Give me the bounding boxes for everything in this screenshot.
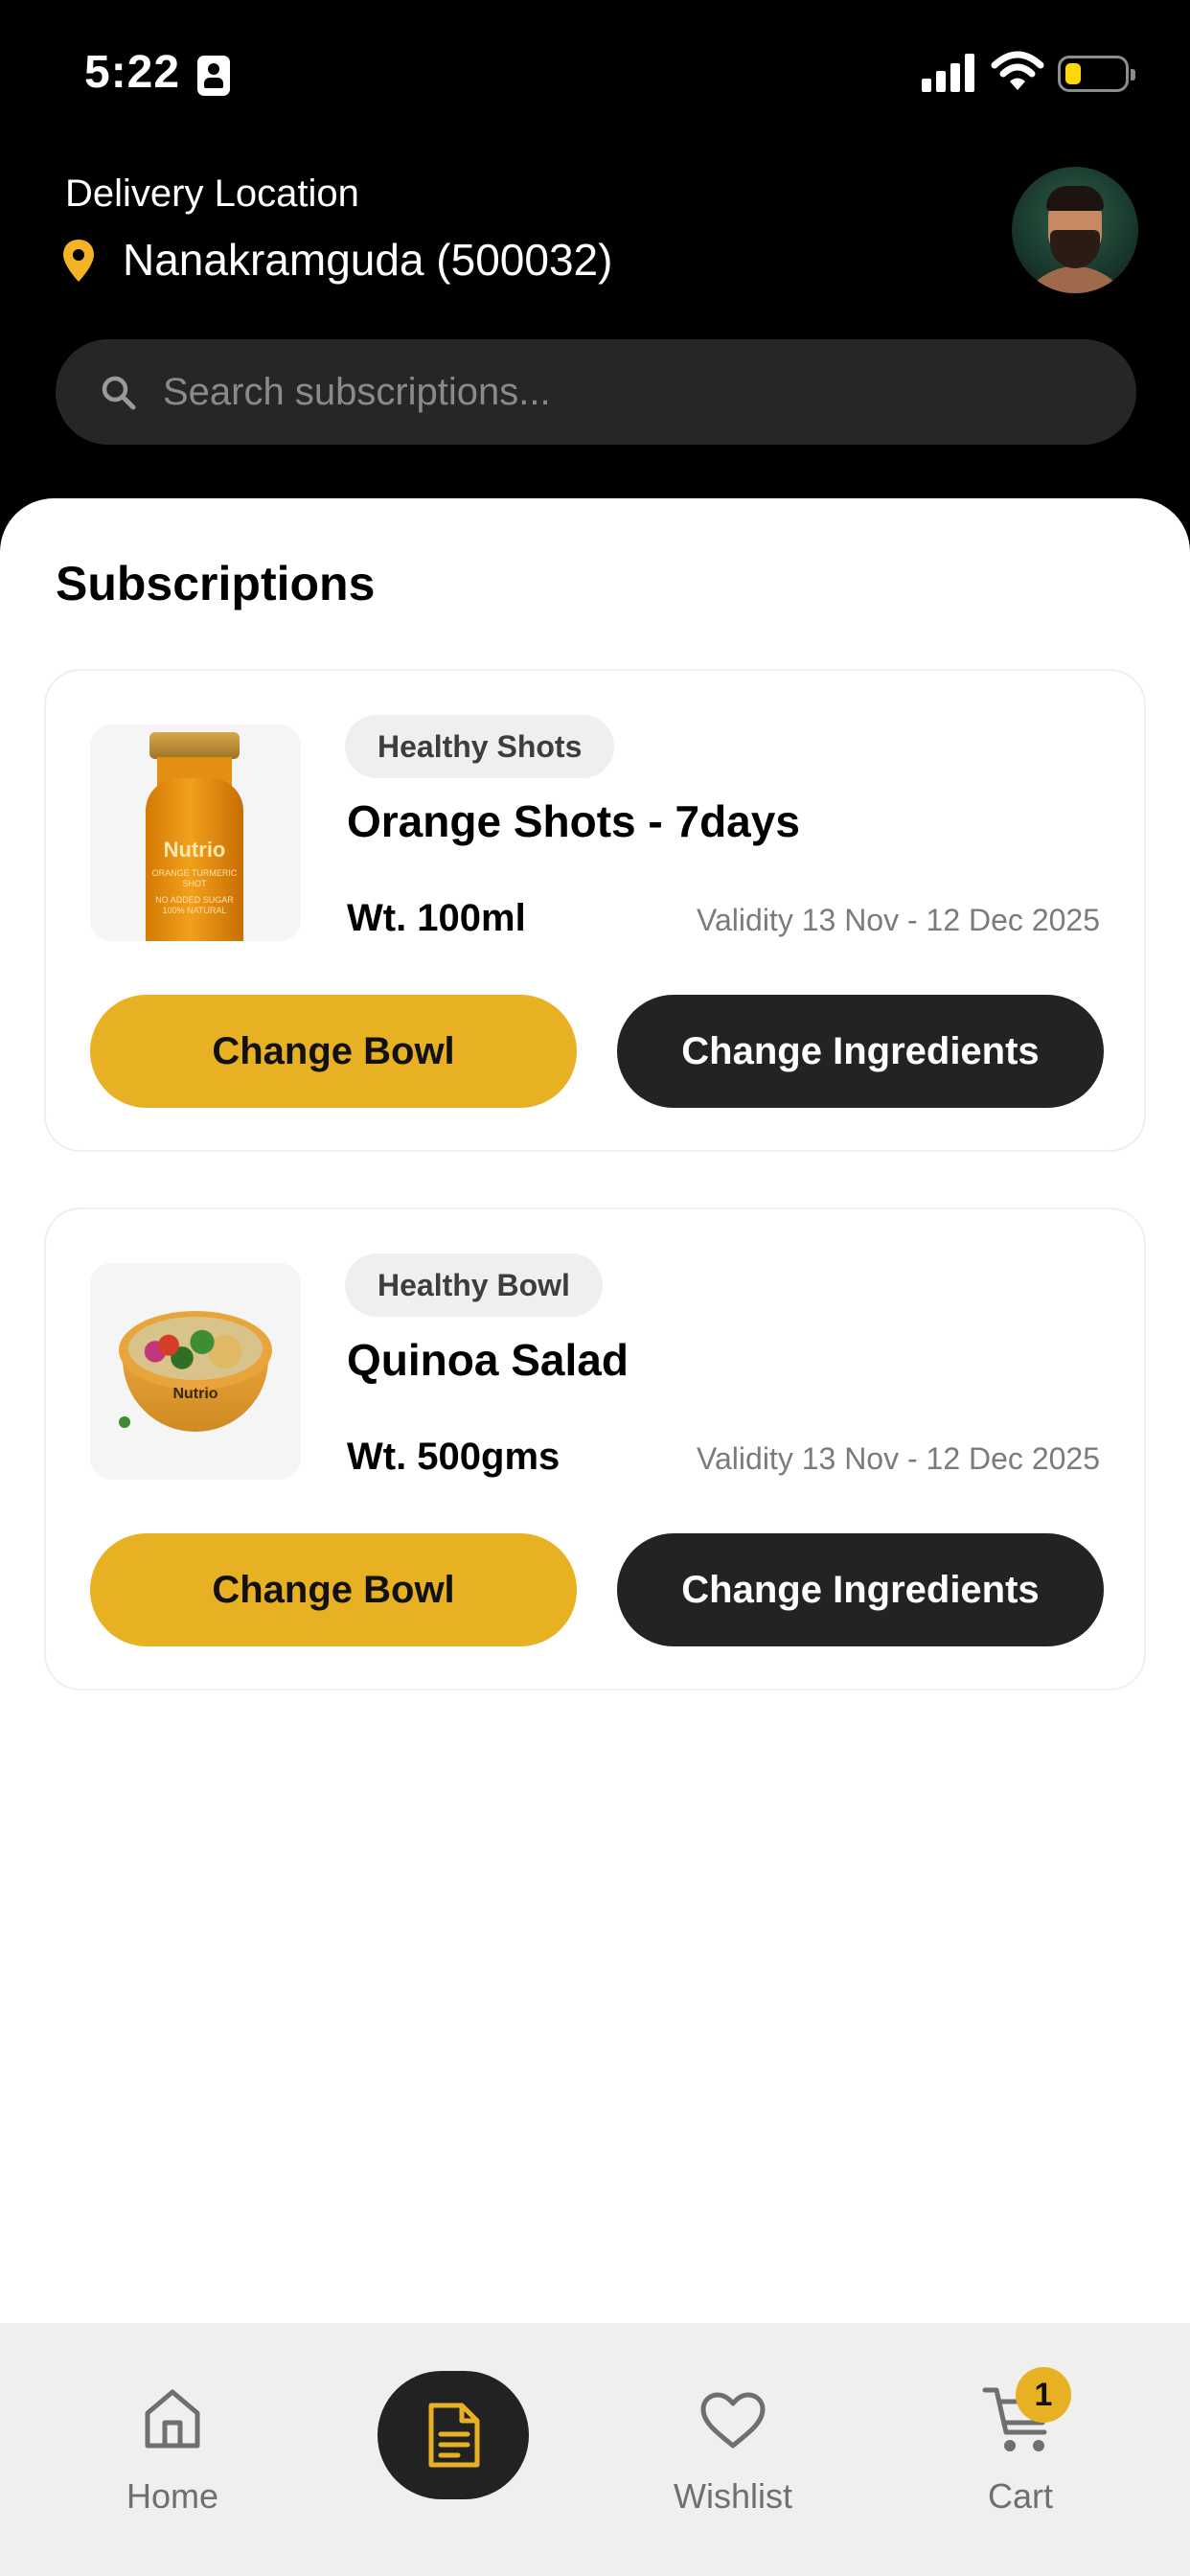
subscription-weight: Wt. 500gms bbox=[347, 1436, 561, 1478]
subscription-title: Quinoa Salad bbox=[347, 1335, 629, 1385]
nav-label-home: Home bbox=[126, 2476, 219, 2516]
subscriptions-panel: Subscriptions Nutrio ORANGE TURMERIC SHO… bbox=[0, 498, 1190, 2576]
subscription-card: Nutrio Healthy Bowl Quinoa Salad Wt. 500… bbox=[44, 1208, 1146, 1690]
subscription-validity: Validity 13 Nov - 12 Dec 2025 bbox=[697, 1441, 1100, 1476]
change-bowl-button[interactable]: Change Bowl bbox=[90, 1533, 577, 1646]
status-bar: 5:22 bbox=[0, 0, 1190, 153]
subscription-title: Orange Shots - 7days bbox=[347, 796, 800, 846]
nav-item-cart[interactable]: Cart bbox=[958, 2323, 1083, 2576]
subscription-card: Nutrio ORANGE TURMERIC SHOT NO ADDED SUG… bbox=[44, 669, 1146, 1152]
home-icon bbox=[145, 2389, 200, 2449]
heart-icon bbox=[700, 2392, 766, 2449]
battery-icon bbox=[1058, 56, 1135, 92]
cellular-signal-icon bbox=[922, 54, 975, 92]
subscription-validity: Validity 13 Nov - 12 Dec 2025 bbox=[697, 903, 1100, 937]
search-icon bbox=[102, 376, 136, 410]
orange-shot-bottle-image: Nutrio ORANGE TURMERIC SHOT NO ADDED SUG… bbox=[90, 724, 301, 941]
category-tag: Healthy Shots bbox=[345, 715, 615, 778]
bottle-brand-label: Nutrio bbox=[163, 838, 226, 862]
search-bar[interactable] bbox=[56, 339, 1136, 445]
change-bowl-button[interactable]: Change Bowl bbox=[90, 995, 577, 1108]
subscriptions-icon bbox=[428, 2403, 480, 2468]
status-time: 5:22 bbox=[84, 47, 181, 98]
quinoa-salad-bowl-image: Nutrio bbox=[90, 1263, 301, 1480]
nav-item-subscriptions[interactable] bbox=[378, 2371, 529, 2499]
pin-icon[interactable] bbox=[61, 238, 96, 284]
page-title: Subscriptions bbox=[56, 557, 376, 610]
contact-badge-icon bbox=[197, 56, 230, 96]
nav-item-wishlist[interactable]: Wishlist bbox=[652, 2323, 814, 2576]
nav-item-home[interactable]: Home bbox=[96, 2323, 249, 2576]
delivery-location-value[interactable]: Nanakramguda (500032) bbox=[123, 234, 612, 286]
category-tag: Healthy Bowl bbox=[345, 1254, 603, 1317]
search-input[interactable] bbox=[163, 339, 1083, 445]
change-ingredients-button[interactable]: Change Ingredients bbox=[617, 1533, 1104, 1646]
nav-label-wishlist: Wishlist bbox=[674, 2476, 792, 2516]
user-avatar[interactable] bbox=[1012, 167, 1138, 293]
wifi-icon bbox=[991, 51, 1044, 90]
delivery-location-label: Delivery Location bbox=[65, 172, 359, 215]
bowl-brand-label: Nutrio bbox=[172, 1386, 218, 1402]
bottle-note-label: NO ADDED SUGAR 100% NATURAL bbox=[155, 895, 234, 915]
nav-label-cart: Cart bbox=[987, 2476, 1053, 2516]
bottom-navigation: Home Wishlist Cart 1 bbox=[0, 2323, 1190, 2576]
subscription-weight: Wt. 100ml bbox=[347, 897, 526, 939]
change-ingredients-button[interactable]: Change Ingredients bbox=[617, 995, 1104, 1108]
cart-count-badge: 1 bbox=[1016, 2367, 1071, 2423]
bottle-product-label: ORANGE TURMERIC SHOT bbox=[151, 868, 238, 888]
